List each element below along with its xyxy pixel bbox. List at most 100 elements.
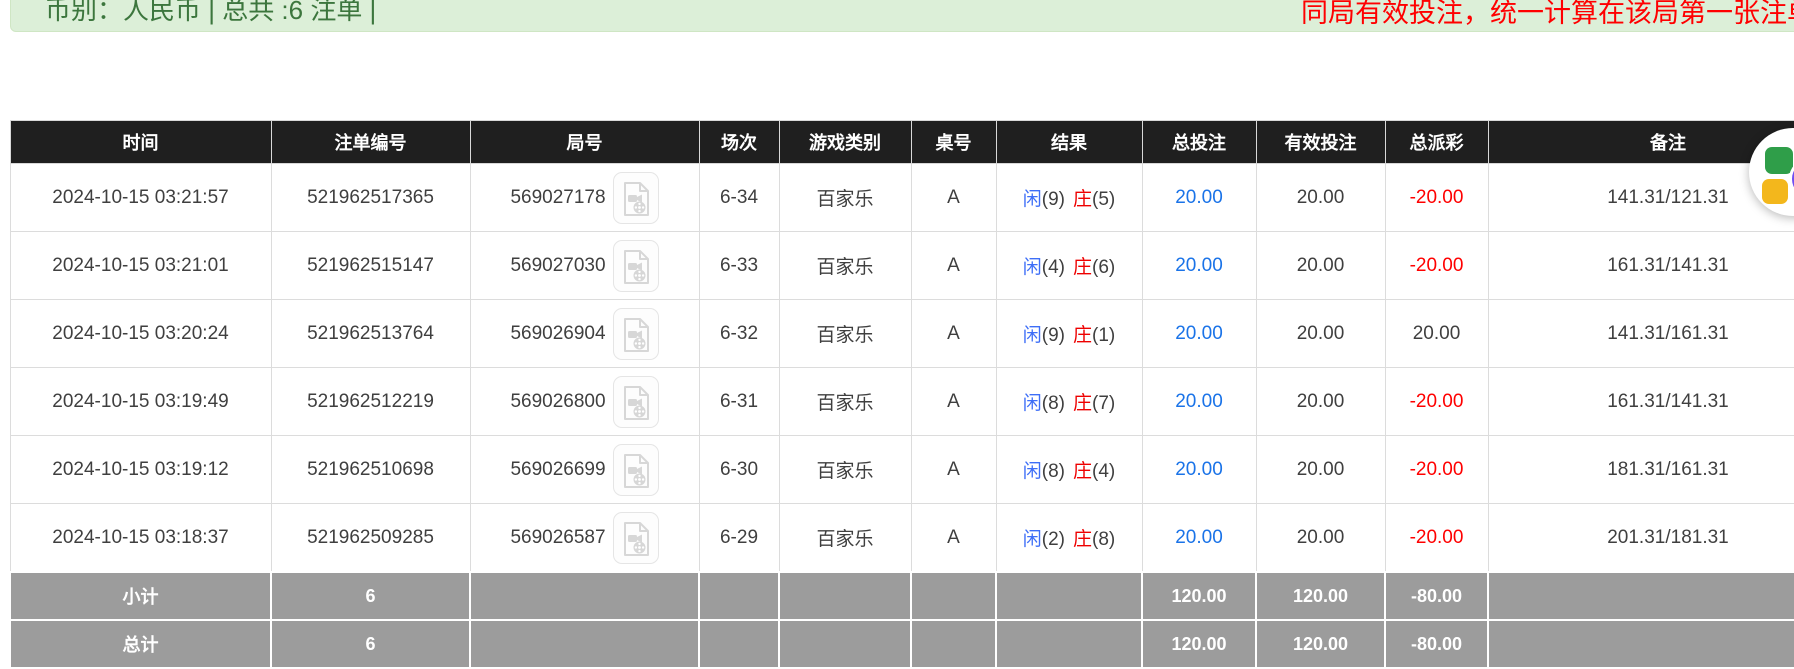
total-payout: -80.00 <box>1385 620 1488 668</box>
total-total-bet: 120.00 <box>1142 620 1256 668</box>
cell-bet-id: 521962509285 <box>271 504 470 573</box>
cell-table-no: A <box>911 368 996 436</box>
cell-game-type: 百家乐 <box>779 504 911 573</box>
cell-session: 6-30 <box>699 436 779 504</box>
cell-payout: -20.00 <box>1385 436 1488 504</box>
cell-session: 6-33 <box>699 232 779 300</box>
subtotal-label: 小计 <box>10 572 271 620</box>
header-payout: 总派彩 <box>1385 121 1488 164</box>
cell-total-bet: 20.00 <box>1142 232 1256 300</box>
video-file-icon <box>620 316 652 354</box>
subtotal-total-bet: 120.00 <box>1142 572 1256 620</box>
total-bet-link[interactable]: 20.00 <box>1175 187 1223 208</box>
currency-total-text: 币别：人民币 | 总共 :6 注单 | <box>45 0 376 27</box>
table-row: 2024-10-15 03:18:37 521962509285 5690265… <box>10 504 1794 573</box>
cell-remark: 141.31/161.31 <box>1488 300 1794 368</box>
video-file-icon <box>620 180 652 218</box>
cell-table-no: A <box>911 300 996 368</box>
total-bet-link[interactable]: 20.00 <box>1175 527 1223 548</box>
total-bet-link[interactable]: 20.00 <box>1175 255 1223 276</box>
total-bet-link[interactable]: 20.00 <box>1175 323 1223 344</box>
cell-table-no: A <box>911 164 996 232</box>
table-row: 2024-10-15 03:20:24 521962513764 5690269… <box>10 300 1794 368</box>
cell-bet-id: 521962510698 <box>271 436 470 504</box>
cell-session: 6-29 <box>699 504 779 573</box>
video-file-icon <box>620 248 652 286</box>
total-bet-link[interactable]: 20.00 <box>1175 459 1223 480</box>
cell-table-no: A <box>911 436 996 504</box>
cell-total-bet: 20.00 <box>1142 436 1256 504</box>
cell-result: 闲(4)庄(6) <box>996 232 1142 300</box>
cell-round-id: 569026587 <box>470 504 699 573</box>
cell-total-bet: 20.00 <box>1142 504 1256 573</box>
cell-result: 闲(9)庄(1) <box>996 300 1142 368</box>
video-replay-button[interactable] <box>613 240 659 292</box>
video-replay-button[interactable] <box>613 172 659 224</box>
header-total-bet: 总投注 <box>1142 121 1256 164</box>
cell-game-type: 百家乐 <box>779 164 911 232</box>
cell-session: 6-34 <box>699 164 779 232</box>
cell-session: 6-32 <box>699 300 779 368</box>
cell-bet-id: 521962515147 <box>271 232 470 300</box>
cell-round-id: 569027178 <box>470 164 699 232</box>
cell-payout: -20.00 <box>1385 504 1488 573</box>
header-game-type: 游戏类别 <box>779 121 911 164</box>
cell-time: 2024-10-15 03:19:49 <box>10 368 271 436</box>
cell-valid-bet: 20.00 <box>1256 300 1385 368</box>
table-row: 2024-10-15 03:21:57 521962517365 5690271… <box>10 164 1794 232</box>
video-file-icon <box>620 452 652 490</box>
yellow-square-icon <box>1762 179 1788 204</box>
cell-valid-bet: 20.00 <box>1256 436 1385 504</box>
cell-session: 6-31 <box>699 368 779 436</box>
cell-result: 闲(2)庄(8) <box>996 504 1142 573</box>
subtotal-row: 小计 6 120.00 120.00 -80.00 <box>10 572 1794 620</box>
bet-records-table: 时间 注单编号 局号 场次 游戏类别 桌号 结果 总投注 有效投注 总派彩 备注… <box>9 120 1794 669</box>
green-square-icon <box>1765 147 1793 174</box>
cell-remark: 181.31/161.31 <box>1488 436 1794 504</box>
video-replay-button[interactable] <box>613 512 659 564</box>
video-replay-button[interactable] <box>613 308 659 360</box>
cell-result: 闲(8)庄(7) <box>996 368 1142 436</box>
cell-time: 2024-10-15 03:20:24 <box>10 300 271 368</box>
cell-table-no: A <box>911 232 996 300</box>
subtotal-count: 6 <box>271 572 470 620</box>
subtotal-valid-bet: 120.00 <box>1256 572 1385 620</box>
cell-total-bet: 20.00 <box>1142 164 1256 232</box>
cell-round-id: 569026699 <box>470 436 699 504</box>
video-replay-button[interactable] <box>613 444 659 496</box>
header-round-id: 局号 <box>470 121 699 164</box>
cell-remark: 161.31/141.31 <box>1488 368 1794 436</box>
table-row: 2024-10-15 03:21:01 521962515147 5690270… <box>10 232 1794 300</box>
cell-valid-bet: 20.00 <box>1256 232 1385 300</box>
video-replay-button[interactable] <box>613 376 659 428</box>
cell-round-id: 569026800 <box>470 368 699 436</box>
cell-round-id: 569027030 <box>470 232 699 300</box>
cell-valid-bet: 20.00 <box>1256 368 1385 436</box>
cell-payout: 20.00 <box>1385 300 1488 368</box>
table-summary: 小计 6 120.00 120.00 -80.00 总计 6 120.00 12… <box>10 572 1794 668</box>
cell-remark: 201.31/181.31 <box>1488 504 1794 573</box>
cell-game-type: 百家乐 <box>779 436 911 504</box>
total-bet-link[interactable]: 20.00 <box>1175 391 1223 412</box>
total-row: 总计 6 120.00 120.00 -80.00 <box>10 620 1794 668</box>
currency-summary-bar: 币别：人民币 | 总共 :6 注单 | 同局有效投注，统一计算在该局第一张注单 <box>10 0 1794 32</box>
cell-game-type: 百家乐 <box>779 232 911 300</box>
header-session: 场次 <box>699 121 779 164</box>
video-file-icon <box>620 384 652 422</box>
cell-bet-id: 521962517365 <box>271 164 470 232</box>
cell-result: 闲(9)庄(5) <box>996 164 1142 232</box>
total-label: 总计 <box>10 620 271 668</box>
cell-result: 闲(8)庄(4) <box>996 436 1142 504</box>
total-count: 6 <box>271 620 470 668</box>
cell-time: 2024-10-15 03:18:37 <box>10 504 271 573</box>
cell-game-type: 百家乐 <box>779 368 911 436</box>
cell-time: 2024-10-15 03:19:12 <box>10 436 271 504</box>
cell-payout: -20.00 <box>1385 368 1488 436</box>
cell-game-type: 百家乐 <box>779 300 911 368</box>
header-result: 结果 <box>996 121 1142 164</box>
cell-time: 2024-10-15 03:21:57 <box>10 164 271 232</box>
table-row: 2024-10-15 03:19:49 521962512219 5690268… <box>10 368 1794 436</box>
cell-remark: 161.31/141.31 <box>1488 232 1794 300</box>
cell-time: 2024-10-15 03:21:01 <box>10 232 271 300</box>
table-header: 时间 注单编号 局号 场次 游戏类别 桌号 结果 总投注 有效投注 总派彩 备注 <box>10 121 1794 164</box>
